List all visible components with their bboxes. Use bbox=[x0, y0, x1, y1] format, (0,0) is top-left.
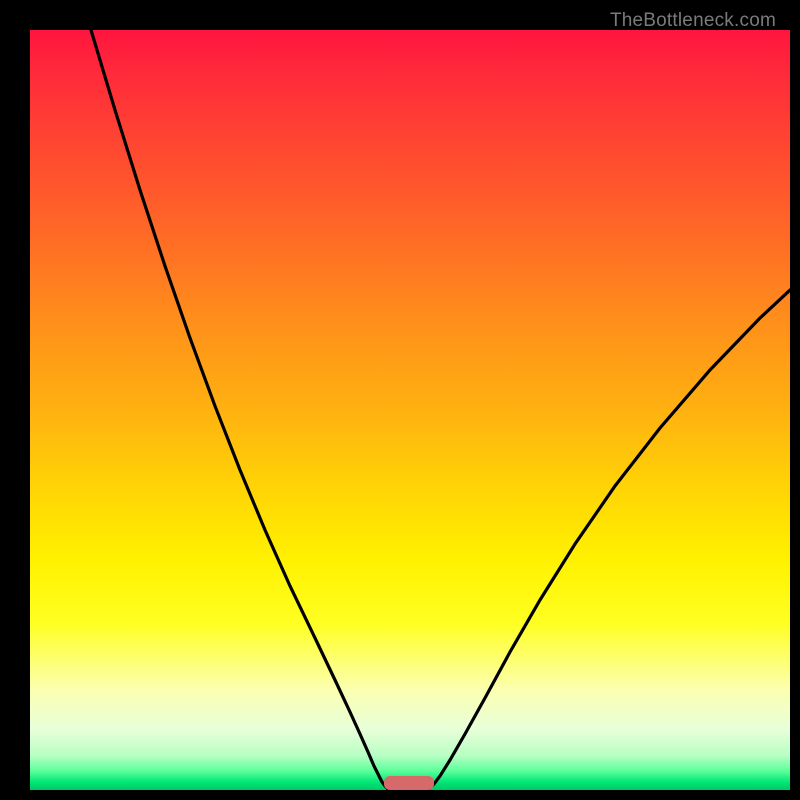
left-curve bbox=[91, 30, 391, 790]
curve-layer bbox=[30, 30, 790, 790]
watermark-text: TheBottleneck.com bbox=[610, 10, 776, 32]
bottleneck-marker bbox=[384, 776, 434, 790]
chart-frame: TheBottleneck.com bbox=[10, 10, 790, 790]
plot-area bbox=[30, 30, 790, 790]
right-curve bbox=[427, 290, 790, 790]
